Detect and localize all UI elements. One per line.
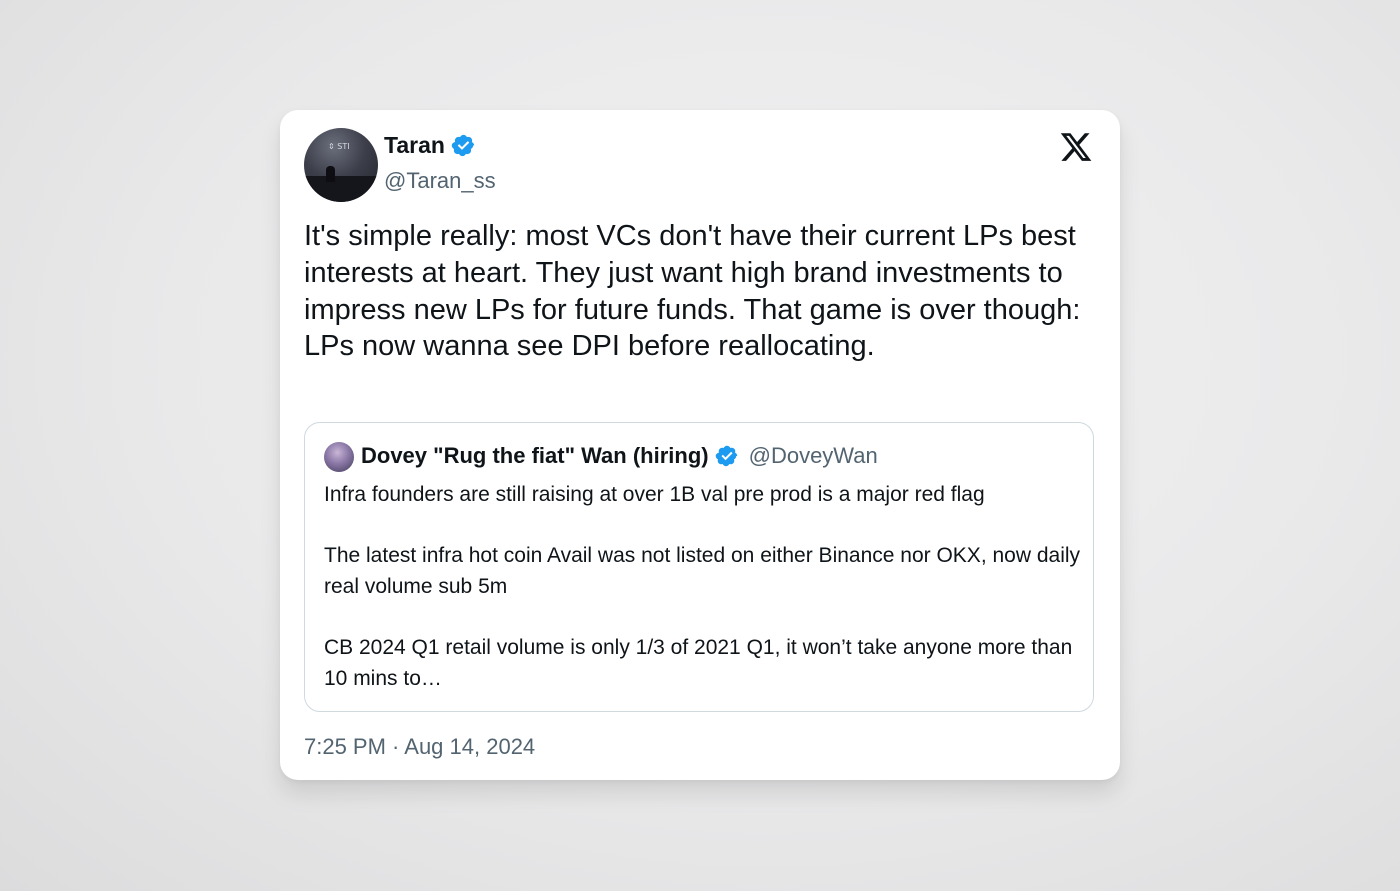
avatar-figure — [326, 166, 335, 182]
quoted-tweet[interactable]: Dovey "Rug the fiat" Wan (hiring) @Dovey… — [304, 422, 1094, 712]
author-avatar[interactable]: ⇕ STI — [304, 128, 378, 202]
tweet-card: ⇕ STI Taran @Taran_ss It's simple really… — [280, 110, 1120, 780]
author-name[interactable]: Taran — [384, 132, 445, 159]
avatar-mark: ⇕ STI — [328, 142, 350, 151]
quoted-author-avatar[interactable] — [324, 442, 354, 472]
verified-badge-icon — [451, 134, 475, 157]
quoted-paragraph: Infra founders are still raising at over… — [324, 483, 985, 506]
quoted-paragraph: CB 2024 Q1 retail volume is only 1/3 of … — [324, 635, 1073, 690]
tweet-text: It's simple really: most VCs don't have … — [304, 220, 1081, 363]
quoted-author-row: Dovey "Rug the fiat" Wan (hiring) @Dovey… — [361, 443, 878, 469]
tweet-timestamp[interactable]: 7:25 PM · Aug 14, 2024 — [304, 734, 535, 760]
author-name-row: Taran — [384, 132, 476, 159]
x-logo-icon[interactable] — [1058, 130, 1094, 164]
verified-badge-icon — [715, 445, 737, 467]
quoted-paragraph: The latest infra hot coin Avail was not … — [324, 544, 1081, 598]
author-handle[interactable]: @Taran_ss — [384, 168, 496, 194]
quoted-tweet-text: Infra founders are still raising at over… — [324, 480, 1084, 694]
quoted-author-name[interactable]: Dovey "Rug the fiat" Wan (hiring) — [361, 443, 709, 469]
quoted-author-handle[interactable]: @DoveyWan — [749, 443, 878, 469]
avatar-ground — [304, 176, 378, 202]
